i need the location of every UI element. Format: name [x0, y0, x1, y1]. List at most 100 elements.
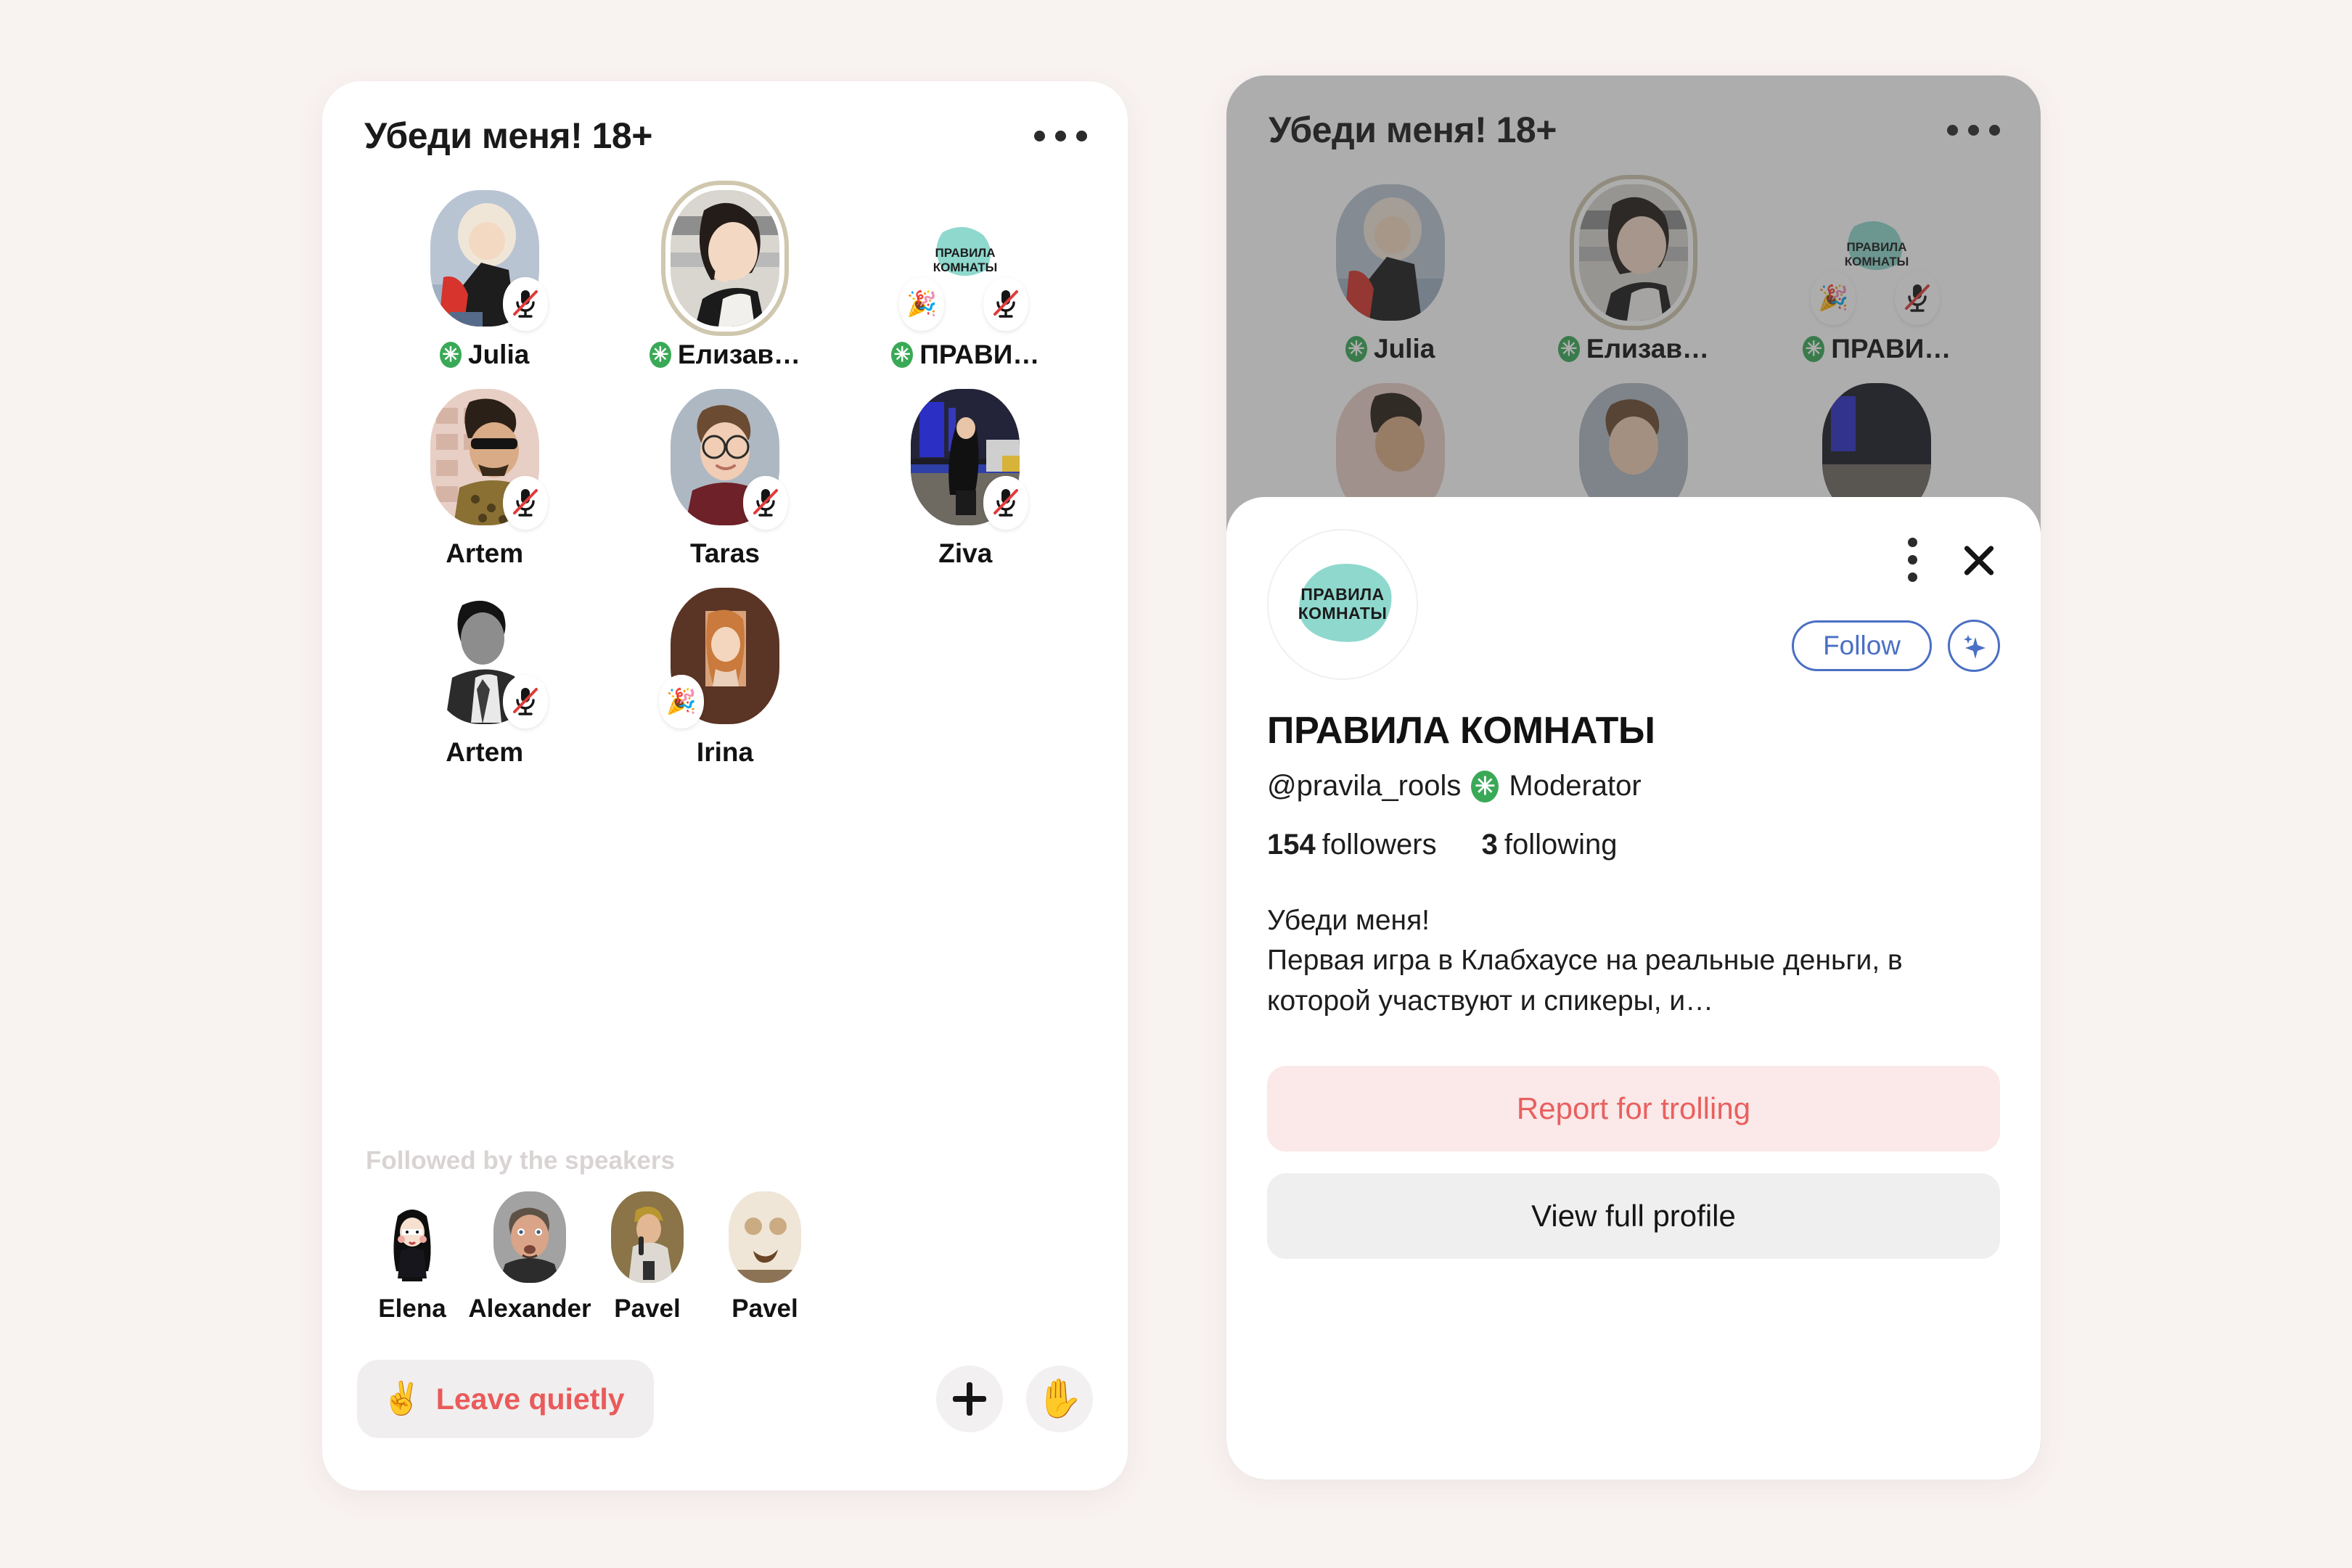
- follower-name: Pavel: [732, 1294, 798, 1323]
- avatar: [670, 190, 779, 327]
- follower-name: Pavel: [614, 1294, 681, 1323]
- speaker-tile[interactable]: Ziva: [845, 389, 1086, 569]
- speaker-tile[interactable]: ✳ Елизав…: [605, 190, 845, 370]
- avatar-image-elena: [376, 1191, 448, 1283]
- speaker-name-label: Елизав…: [677, 340, 801, 369]
- following-label: following: [1504, 829, 1618, 861]
- raise-hand-button[interactable]: ✋: [1026, 1366, 1093, 1432]
- party-badge: 🎉: [1811, 271, 1856, 325]
- speaker-tile[interactable]: 🎉 Irina: [605, 588, 845, 768]
- followed-by-speakers-label: Followed by the speakers: [366, 1146, 675, 1175]
- mic-off-icon: [512, 688, 538, 715]
- follow-button[interactable]: Follow: [1792, 620, 1932, 671]
- speaker-tile[interactable]: Artem: [364, 588, 605, 768]
- speaker-name-label: ПРАВИ…: [919, 340, 1040, 369]
- room-more-icon[interactable]: [1947, 124, 2000, 136]
- avatar: [493, 1191, 566, 1283]
- mic-off-icon: [512, 290, 538, 318]
- avatar: [729, 1191, 801, 1283]
- avatar: [376, 1191, 448, 1283]
- view-full-profile-button[interactable]: View full profile: [1267, 1173, 2000, 1260]
- mic-off-icon: [993, 290, 1019, 318]
- followers-stat[interactable]: 154 followers: [1267, 829, 1437, 861]
- party-popper-icon: 🎉: [665, 688, 697, 715]
- speaker-name-label: Artem: [446, 737, 524, 767]
- speaker-tile[interactable]: ✳ Julia: [364, 190, 605, 370]
- avatar-wrap[interactable]: [911, 389, 1029, 530]
- party-badge: 🎉: [658, 675, 704, 728]
- leave-quietly-label: Leave quietly: [435, 1382, 625, 1416]
- avatar-wrap[interactable]: [430, 389, 548, 530]
- speaker-grid: ✳ Julia ✳ Елизав… ПРАВИЛА КОМНАТЫ 🎉 ✳ ПР…: [364, 190, 1086, 787]
- svg-text:КОМНАТЫ: КОМНАТЫ: [1845, 255, 1909, 268]
- avatar-image-alexander: [493, 1191, 566, 1283]
- mic-muted-badge: [502, 476, 548, 530]
- mic-muted-badge: [983, 476, 1029, 530]
- ping-sparkle-button[interactable]: [1948, 620, 2000, 672]
- profile-bio-line1: Убеди меня!: [1267, 905, 1430, 936]
- avatar-wrap[interactable]: [430, 190, 548, 331]
- avatar-wrap: [1335, 184, 1445, 321]
- avatar-wrap[interactable]: [430, 588, 548, 728]
- avatar-wrap: ПРАВИЛА КОМНАТЫ 🎉: [1811, 184, 1941, 325]
- room-header-dimmed: Убеди меня! 18+: [1226, 75, 2041, 184]
- avatar: [611, 1191, 684, 1283]
- profile-menu-icon[interactable]: [1902, 532, 1923, 588]
- svg-text:ПРАВИЛА: ПРАВИЛА: [1847, 240, 1907, 254]
- party-popper-icon: 🎉: [1818, 284, 1849, 312]
- room-title: Убеди меня! 18+: [1269, 110, 1557, 150]
- speaker-name: Irina: [697, 737, 753, 768]
- avatar-wrap[interactable]: [670, 190, 779, 327]
- list-item[interactable]: Elena: [364, 1191, 460, 1323]
- avatar-wrap[interactable]: ПРАВИЛА КОМНАТЫ 🎉: [899, 190, 1029, 331]
- peace-hand-icon: ✌️: [382, 1381, 422, 1416]
- moderator-badge-icon: ✳: [1803, 336, 1825, 362]
- profile-bio-line2: Первая игра в Клабхаусе на реальные день…: [1267, 945, 1903, 1017]
- avatar: [1335, 184, 1445, 321]
- profile-sheet-header: ПРАВИЛА КОМНАТЫ Follow: [1267, 529, 2000, 680]
- sparkle-icon: [1964, 635, 1986, 659]
- speaker-name: ✳ ПРАВИ…: [1803, 334, 1951, 364]
- profile-bottom-sheet: ПРАВИЛА КОМНАТЫ Follow ПРАВИЛА КОМНАТЫ @…: [1226, 497, 2041, 1479]
- speaker-tile: ПРАВИЛА КОМНАТЫ 🎉 ✳ ПРАВИ…: [1755, 184, 1999, 364]
- following-count: 3: [1481, 829, 1498, 861]
- avatar-image-julia: [1335, 184, 1445, 321]
- list-item[interactable]: Pavel: [717, 1191, 813, 1323]
- mic-muted-badge: [983, 277, 1029, 331]
- avatar-image-pavel-1: [611, 1191, 684, 1283]
- speaker-name-label: Елизав…: [1586, 334, 1710, 364]
- room-more-icon[interactable]: [1034, 130, 1087, 141]
- profile-sheet-actions: Follow: [1792, 529, 2000, 672]
- following-stat[interactable]: 3 following: [1482, 829, 1618, 861]
- mic-muted-badge: [742, 476, 788, 530]
- close-icon[interactable]: [1958, 539, 2000, 581]
- follow-row: Follow: [1792, 620, 2000, 672]
- report-for-trolling-button[interactable]: Report for trolling: [1267, 1066, 2000, 1152]
- avatar-wrap[interactable]: [670, 389, 788, 530]
- profile-handle-row: @pravila_rools ✳ Moderator: [1267, 770, 2000, 803]
- speaker-tile: ✳ Julia: [1269, 184, 1512, 364]
- avatar-image-elizaveta: [1578, 184, 1688, 321]
- speaker-tile[interactable]: Taras: [605, 389, 845, 569]
- list-item[interactable]: Alexander: [468, 1191, 591, 1323]
- speaker-name: Ziva: [938, 538, 992, 569]
- raised-hand-icon: ✋: [1036, 1378, 1083, 1420]
- speaker-name: Taras: [690, 538, 760, 569]
- room-card-left: Убеди меня! 18+ ✳ Julia ✳ Елизав… ПРАВИЛ…: [322, 81, 1128, 1490]
- moderator-badge-icon: ✳: [649, 342, 671, 368]
- speaker-tile[interactable]: Artem: [364, 389, 605, 569]
- speaker-tile[interactable]: ПРАВИЛА КОМНАТЫ 🎉 ✳ ПРАВИ…: [845, 190, 1086, 370]
- room-card-right: Убеди меня! 18+ ✳ Julia ✳ Елизав… ПРАВИЛ…: [1226, 75, 2041, 1479]
- speaker-name: ✳ Julia: [1345, 334, 1435, 364]
- list-item[interactable]: Pavel: [599, 1191, 695, 1323]
- moderator-badge-icon: ✳: [1557, 336, 1580, 362]
- speaker-name-label: Artem: [446, 538, 524, 568]
- svg-text:ПРАВИЛА: ПРАВИЛА: [935, 246, 996, 260]
- speaker-name: ✳ Елизав…: [1557, 334, 1710, 364]
- leave-quietly-button[interactable]: ✌️ Leave quietly: [357, 1360, 654, 1438]
- avatar-wrap[interactable]: 🎉: [658, 588, 779, 728]
- mic-muted-badge: [502, 277, 548, 331]
- room-title: Убеди меня! 18+: [364, 115, 652, 156]
- add-people-button[interactable]: [936, 1366, 1003, 1432]
- speaker-name: Artem: [446, 538, 523, 569]
